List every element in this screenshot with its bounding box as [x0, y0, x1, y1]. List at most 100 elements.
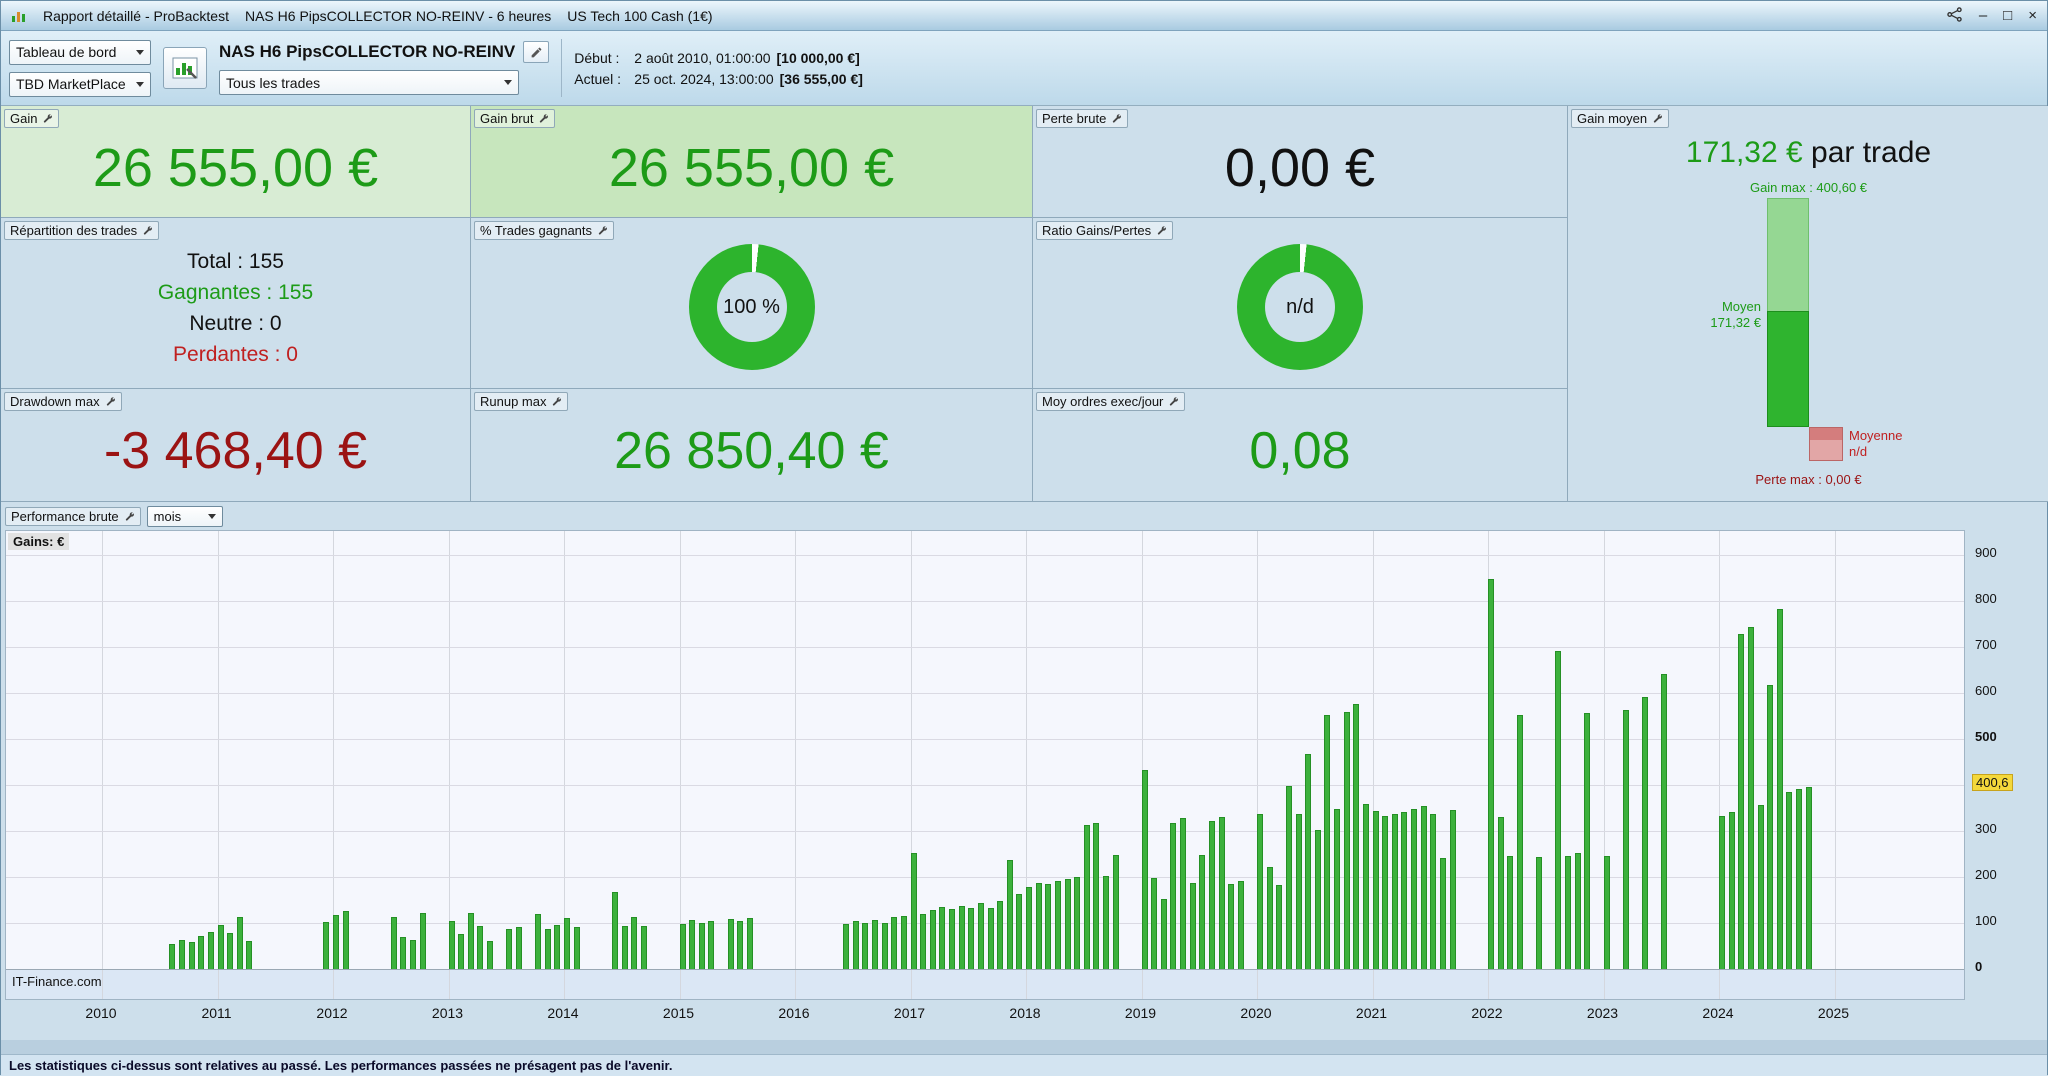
- panel-repartition-chip: Répartition des trades: [4, 221, 159, 240]
- gain-moyen-segment: [1767, 311, 1809, 427]
- gain-bar: [631, 917, 637, 969]
- gain-bar: [1228, 884, 1234, 969]
- window-controls: – □ ×: [1946, 7, 2037, 25]
- wrench-icon[interactable]: [1168, 396, 1179, 407]
- panel-gain-chip: Gain: [4, 109, 59, 128]
- gain-bar: [1729, 812, 1735, 969]
- gain-bar: [1209, 821, 1215, 969]
- maximize-button[interactable]: □: [2003, 8, 2012, 23]
- gain-bar: [930, 910, 936, 969]
- gain-bar: [1758, 805, 1764, 969]
- panel-moy-ordres-chip: Moy ordres exec/jour: [1036, 392, 1185, 411]
- gain-bar: [708, 921, 714, 969]
- gain-bar: [997, 901, 1003, 969]
- gain-bar: [737, 921, 743, 969]
- gain-bar: [872, 920, 878, 969]
- year-label: 2010: [71, 1005, 131, 1021]
- backtest-period: Début : 2 août 2010, 01:00:00 [10 000,00…: [574, 50, 863, 87]
- trades-filter-select[interactable]: Tous les trades: [219, 70, 519, 95]
- titlebar: Rapport détaillé - ProBacktest NAS H6 Pi…: [1, 1, 2047, 31]
- gain-bar: [1161, 899, 1167, 969]
- dashboard-select[interactable]: Tableau de bord: [9, 40, 151, 65]
- wrench-icon[interactable]: [42, 113, 53, 124]
- y-tick-label: 900: [1975, 545, 1997, 560]
- chart-settings-button[interactable]: [163, 47, 207, 89]
- gain-bar: [227, 933, 233, 969]
- value-gridline: [6, 601, 1964, 602]
- gain-bar: [1575, 853, 1581, 969]
- period-select[interactable]: mois: [147, 506, 223, 527]
- gain-max-label: Gain max : 400,60 €: [1568, 180, 2048, 195]
- gain-bar: [1276, 885, 1282, 969]
- wrench-icon[interactable]: [105, 396, 116, 407]
- gain-bar: [862, 923, 868, 969]
- wrench-icon[interactable]: [597, 225, 608, 236]
- year-label: 2017: [880, 1005, 940, 1021]
- gain-bar: [988, 908, 994, 969]
- gain-bar: [1536, 857, 1542, 969]
- panel-moy-ordres: Moy ordres exec/jour 0,08: [1033, 389, 1568, 502]
- gain-bar: [1016, 894, 1022, 969]
- window-title-strategy: NAS H6 PipsCOLLECTOR NO-REINV - 6 heures: [245, 8, 551, 24]
- value-gridline: [6, 923, 1964, 924]
- wrench-icon[interactable]: [538, 113, 549, 124]
- gain-bar: [680, 924, 686, 969]
- gain-bar: [343, 911, 349, 969]
- gain-bar: [1767, 685, 1773, 969]
- perte-max-label: Perte max : 0,00 €: [1568, 472, 2048, 487]
- gain-bar: [1113, 855, 1119, 969]
- toolbar-divider: [561, 39, 562, 97]
- close-button[interactable]: ×: [2028, 8, 2037, 23]
- gain-bar: [920, 914, 926, 969]
- period-select-value: mois: [154, 509, 181, 524]
- year-label: 2020: [1226, 1005, 1286, 1021]
- ratio-donut: n/d: [1237, 244, 1363, 370]
- gain-bar: [1738, 634, 1744, 969]
- chevron-down-icon: [136, 82, 144, 87]
- y-tick-label: 300: [1975, 821, 1997, 836]
- gain-bar: [1142, 770, 1148, 969]
- gain-bar: [1103, 876, 1109, 969]
- year-label: 2022: [1457, 1005, 1517, 1021]
- wrench-icon[interactable]: [142, 225, 153, 236]
- wrench-icon[interactable]: [1652, 113, 1663, 124]
- y-tick-label: 0: [1975, 959, 1982, 974]
- gain-bar: [612, 892, 618, 969]
- year-label: 2023: [1573, 1005, 1633, 1021]
- gain-bar: [1642, 697, 1648, 969]
- window-title-instrument: US Tech 100 Cash (1€): [567, 8, 712, 24]
- gain-bar: [689, 920, 695, 969]
- gain-distribution-bar: [1767, 198, 1809, 427]
- gain-bar: [535, 914, 541, 969]
- year-label: 2018: [995, 1005, 1055, 1021]
- wrench-icon[interactable]: [1111, 113, 1122, 124]
- edit-strategy-button[interactable]: [523, 41, 549, 63]
- marketplace-select[interactable]: TBD MarketPlace: [9, 72, 151, 97]
- wrench-icon[interactable]: [1156, 225, 1167, 236]
- current-label: Actuel :: [574, 71, 628, 87]
- gain-bar: [574, 927, 580, 969]
- gain-bar: [1074, 877, 1080, 969]
- toolbar: Tableau de bord TBD MarketPlace NAS H6 P…: [1, 31, 2047, 106]
- stats-grid: Gain 26 555,00 € Gain brut 26 555,00 € P…: [1, 106, 2047, 502]
- gain-moyen-suffix: par trade: [1803, 136, 1931, 169]
- gain-bar: [468, 913, 474, 969]
- gain-moyen-value: 171,32 €: [1686, 136, 1803, 169]
- start-capital: [10 000,00 €]: [777, 50, 860, 66]
- wrench-icon[interactable]: [124, 511, 135, 522]
- start-datetime: 2 août 2010, 01:00:00: [634, 50, 770, 66]
- chevron-down-icon: [504, 80, 512, 85]
- panel-drawdown-label: Drawdown max: [10, 394, 100, 409]
- panel-gain-moyen-label: Gain moyen: [1577, 111, 1647, 126]
- gain-bar: [1777, 609, 1783, 969]
- gain-bar: [699, 923, 705, 969]
- gain-bar: [622, 926, 628, 969]
- minimize-button[interactable]: –: [1979, 8, 1987, 23]
- share-icon[interactable]: [1946, 7, 1963, 25]
- wrench-icon[interactable]: [551, 396, 562, 407]
- pct-gagnants-value: 100 %: [723, 296, 780, 319]
- panel-gain-brut-chip: Gain brut: [474, 109, 555, 128]
- gain-bar: [1045, 884, 1051, 969]
- value-gridline: [6, 739, 1964, 740]
- gain-bar: [179, 940, 185, 969]
